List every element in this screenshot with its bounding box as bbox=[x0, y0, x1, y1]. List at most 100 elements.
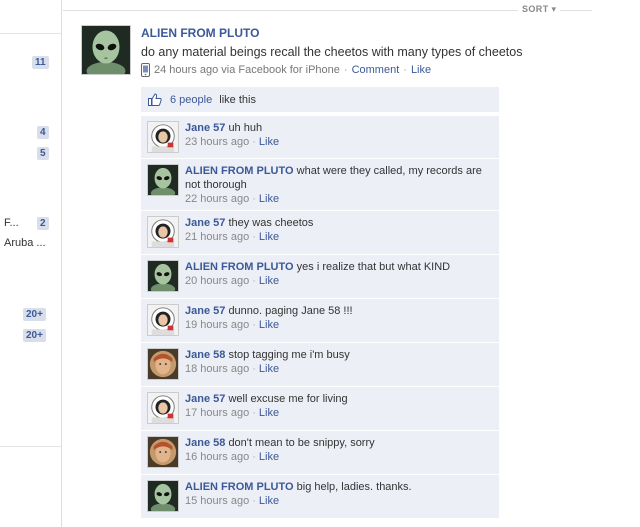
separator-dot: · bbox=[252, 451, 256, 463]
commenter-name[interactable]: Jane 57 bbox=[185, 393, 225, 405]
comment-text: big help, ladies. thanks. bbox=[296, 481, 412, 493]
rail-divider bbox=[0, 33, 61, 34]
comment-meta: 22 hours ago · Like bbox=[185, 192, 491, 206]
commenter-name[interactable]: Jane 57 bbox=[185, 122, 225, 134]
comment-time[interactable]: 19 hours ago bbox=[185, 319, 249, 331]
post-time[interactable]: 24 hours ago via Facebook for iPhone bbox=[154, 64, 340, 76]
woman-face-icon bbox=[148, 349, 178, 379]
left-item-label[interactable]: F... bbox=[4, 217, 19, 229]
comment-body: ALIEN FROM PLUTO what were they called, … bbox=[185, 164, 491, 206]
separator-dot: · bbox=[252, 136, 256, 148]
thumbs-up-icon bbox=[148, 93, 162, 106]
comment-body: ALIEN FROM PLUTO big help, ladies. thank… bbox=[185, 480, 491, 508]
left-item-label[interactable]: Aruba ... bbox=[4, 237, 46, 249]
comment-time[interactable]: 20 hours ago bbox=[185, 275, 249, 287]
comment-time[interactable]: 18 hours ago bbox=[185, 363, 249, 375]
comment-meta: 23 hours ago · Like bbox=[185, 135, 491, 149]
comment-like-link[interactable]: Like bbox=[259, 451, 279, 463]
sort-button[interactable]: SORT ▾ bbox=[518, 4, 561, 15]
comment-link[interactable]: Comment bbox=[352, 64, 400, 76]
comment-meta: 19 hours ago · Like bbox=[185, 318, 491, 332]
alien-icon bbox=[148, 165, 178, 195]
count-badge[interactable]: 5 bbox=[37, 147, 49, 160]
comment-like-link[interactable]: Like bbox=[259, 319, 279, 331]
comment-item: Jane 57 they was cheetos 21 hours ago · Lik… bbox=[141, 210, 499, 254]
comment-text: dunno. paging Jane 58 !!! bbox=[228, 305, 353, 317]
comment-body: Jane 58 don't mean to be snippy, sorry 16… bbox=[185, 436, 491, 464]
comment-item: Jane 57 uh huh 23 hours ago · Like bbox=[141, 115, 499, 158]
comment-text: yes i realize that but what KIND bbox=[296, 261, 451, 273]
comment-time[interactable]: 23 hours ago bbox=[185, 136, 249, 148]
rail-divider bbox=[0, 446, 61, 447]
count-badge[interactable]: 4 bbox=[37, 126, 49, 139]
post-author[interactable]: ALIEN FROM PLUTO bbox=[141, 26, 259, 40]
commenter-avatar[interactable] bbox=[147, 121, 179, 153]
sort-label: SORT bbox=[522, 4, 549, 14]
commenter-avatar[interactable] bbox=[147, 436, 179, 468]
comment-meta: 17 hours ago · Like bbox=[185, 406, 491, 420]
comment-text: uh huh bbox=[228, 122, 263, 134]
comment-time[interactable]: 16 hours ago bbox=[185, 451, 249, 463]
commenter-name[interactable]: ALIEN FROM PLUTO bbox=[185, 165, 294, 177]
comment-time[interactable]: 15 hours ago bbox=[185, 495, 249, 507]
comment-like-link[interactable]: Like bbox=[259, 136, 279, 148]
comment-body: Jane 58 stop tagging me i'm busy 18 hours… bbox=[185, 348, 491, 376]
separator-dot: · bbox=[252, 193, 256, 205]
comment-text: don't mean to be snippy, sorry bbox=[228, 437, 375, 449]
commenter-avatar[interactable] bbox=[147, 304, 179, 336]
commenter-name[interactable]: Jane 57 bbox=[185, 305, 225, 317]
comment-meta: 15 hours ago · Like bbox=[185, 494, 491, 508]
comment-text: stop tagging me i'm busy bbox=[228, 349, 350, 361]
comment-body: Jane 57 well excuse me for living 17 hour… bbox=[185, 392, 491, 420]
separator-dot: · bbox=[252, 275, 256, 287]
commenter-name[interactable]: Jane 57 bbox=[185, 217, 225, 229]
commenter-avatar[interactable] bbox=[147, 216, 179, 248]
comment-like-link[interactable]: Like bbox=[259, 407, 279, 419]
comment-time[interactable]: 22 hours ago bbox=[185, 193, 249, 205]
comment-item: ALIEN FROM PLUTO yes i realize that but … bbox=[141, 254, 499, 298]
comment-like-link[interactable]: Like bbox=[259, 193, 279, 205]
like-link[interactable]: Like bbox=[411, 64, 431, 76]
astronaut-icon bbox=[148, 393, 178, 423]
count-badge[interactable]: 2 bbox=[37, 217, 49, 230]
commenter-name[interactable]: Jane 58 bbox=[185, 349, 225, 361]
commenter-name[interactable]: ALIEN FROM PLUTO bbox=[185, 481, 294, 493]
astronaut-icon bbox=[148, 305, 178, 335]
caret-down-icon: ▾ bbox=[551, 4, 557, 14]
commenter-name[interactable]: ALIEN FROM PLUTO bbox=[185, 261, 294, 273]
comment-body: Jane 57 they was cheetos 21 hours ago · Lik… bbox=[185, 216, 491, 244]
comment-item: Jane 58 don't mean to be snippy, sorry 16… bbox=[141, 430, 499, 474]
commenter-avatar[interactable] bbox=[147, 164, 179, 196]
count-badge[interactable]: 20+ bbox=[23, 308, 46, 321]
comment-body: Jane 57 uh huh 23 hours ago · Like bbox=[185, 121, 491, 149]
comment-like-link[interactable]: Like bbox=[259, 363, 279, 375]
comment-item: Jane 57 well excuse me for living 17 hour… bbox=[141, 386, 499, 430]
likes-bar: 6 people like this bbox=[141, 87, 499, 112]
separator-dot: · bbox=[252, 363, 256, 375]
commenter-avatar[interactable] bbox=[147, 480, 179, 512]
post-message: do any material beings recall the cheeto… bbox=[141, 45, 523, 59]
commenter-avatar[interactable] bbox=[147, 260, 179, 292]
alien-icon bbox=[148, 261, 178, 291]
commenter-avatar[interactable] bbox=[147, 348, 179, 380]
commenter-name[interactable]: Jane 58 bbox=[185, 437, 225, 449]
likes-suffix: like this bbox=[216, 93, 256, 106]
comment-meta: 18 hours ago · Like bbox=[185, 362, 491, 376]
likes-count-link[interactable]: 6 people bbox=[170, 94, 212, 106]
count-badge[interactable]: 11 bbox=[32, 56, 49, 69]
alien-avatar[interactable] bbox=[81, 25, 131, 75]
comment-body: Jane 57 dunno. paging Jane 58 !!! 19 hour… bbox=[185, 304, 491, 332]
comment-like-link[interactable]: Like bbox=[259, 231, 279, 243]
comment-like-link[interactable]: Like bbox=[259, 495, 279, 507]
comment-text: they was cheetos bbox=[228, 217, 314, 229]
count-badge[interactable]: 20+ bbox=[23, 329, 46, 342]
sort-divider bbox=[63, 10, 592, 11]
woman-face-icon bbox=[148, 437, 178, 467]
separator-dot: · bbox=[343, 64, 348, 76]
separator-dot: · bbox=[252, 407, 256, 419]
comment-time[interactable]: 17 hours ago bbox=[185, 407, 249, 419]
commenter-avatar[interactable] bbox=[147, 392, 179, 424]
comment-like-link[interactable]: Like bbox=[259, 275, 279, 287]
comment-time[interactable]: 21 hours ago bbox=[185, 231, 249, 243]
separator-dot: · bbox=[252, 495, 256, 507]
